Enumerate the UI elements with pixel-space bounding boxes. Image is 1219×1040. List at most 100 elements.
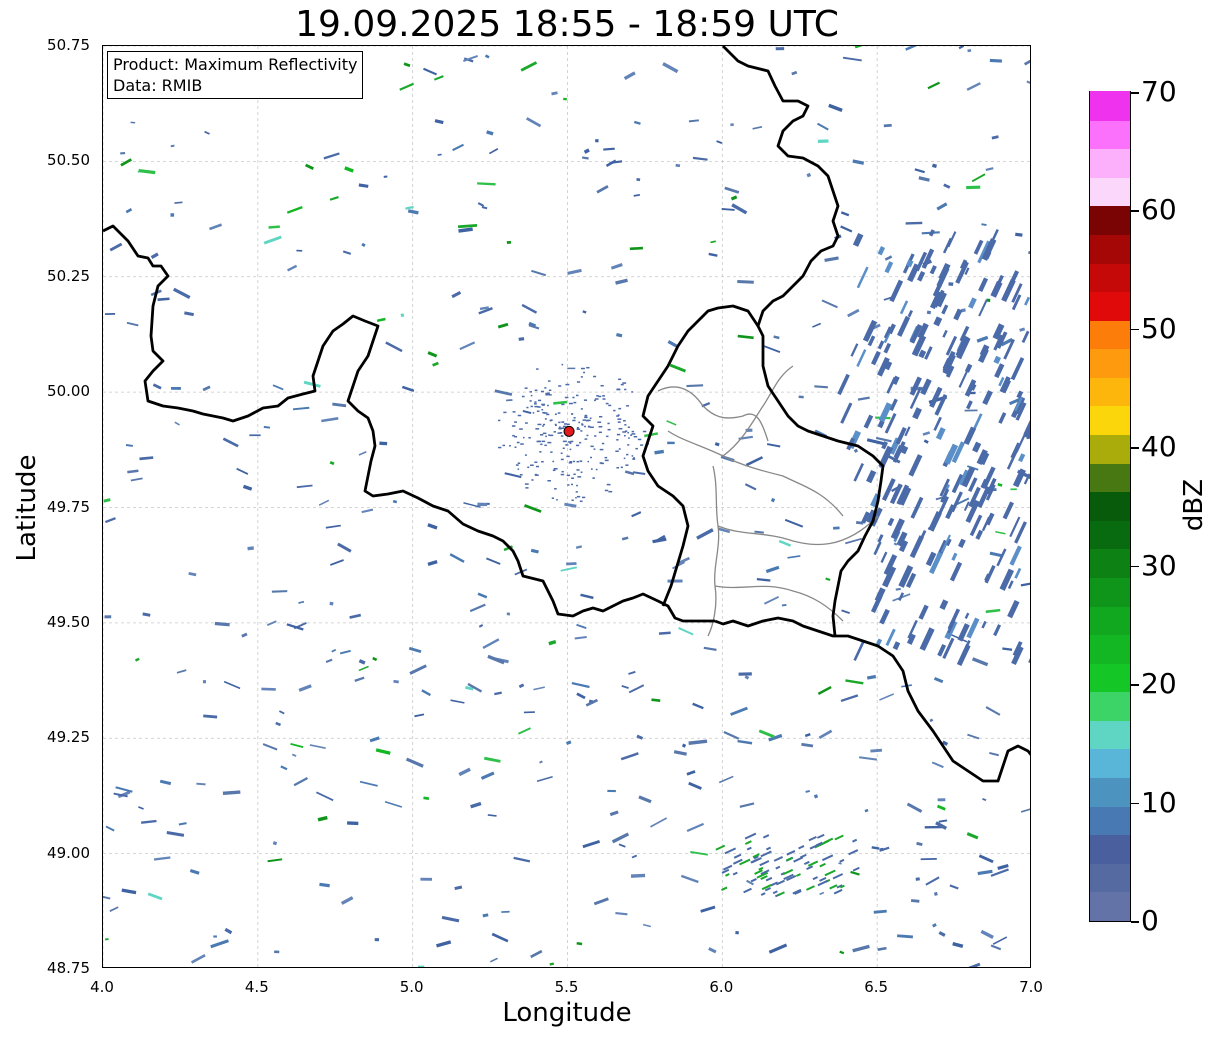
radar-echo: [482, 638, 500, 650]
radar-echo: [582, 840, 601, 849]
y-axis-label: Latitude: [12, 454, 42, 562]
radar-echo: [292, 406, 310, 411]
colorbar-segment: [1090, 262, 1130, 293]
radar-echo: [589, 417, 592, 420]
radar-echo: [536, 410, 540, 412]
radar-echo: [515, 464, 519, 466]
radar-echo: [575, 491, 578, 493]
radar-echo: [537, 423, 542, 426]
x-tick-label: 4.5: [244, 978, 269, 996]
radar-echo: [291, 753, 297, 757]
radar-echo: [622, 382, 627, 384]
radar-echo: [762, 834, 770, 839]
radar-echo: [553, 431, 557, 433]
radar-echo: [519, 474, 523, 476]
radar-echo: [383, 175, 388, 178]
radar-echo: [525, 422, 528, 424]
radar-echo: [115, 786, 133, 793]
radar-echo: [857, 396, 870, 401]
colorbar-segment: [1090, 148, 1130, 178]
radar-echo: [519, 428, 523, 430]
radar-echo: [999, 568, 1014, 591]
radar-echo: [620, 383, 624, 386]
radar-echo: [922, 431, 931, 436]
radar-echo: [949, 884, 959, 890]
radar-echo: [340, 896, 354, 905]
radar-echo: [130, 121, 136, 124]
radar-echo: [572, 419, 576, 422]
radar-echo: [721, 207, 735, 211]
radar-echo: [933, 316, 943, 327]
radar-echo: [935, 821, 948, 830]
radar-echo: [765, 846, 772, 851]
radar-echo: [958, 538, 966, 548]
radar-echo: [852, 944, 870, 953]
radar-echo: [620, 466, 623, 469]
radar-echo: [121, 888, 137, 895]
radar-echo: [624, 388, 627, 391]
radar-echo: [607, 428, 611, 431]
radar-echo: [543, 412, 545, 414]
radar-echo: [545, 435, 547, 438]
radar-echo: [991, 135, 999, 140]
radar-echo: [530, 394, 533, 397]
radar-echo: [871, 350, 881, 366]
radar-echo: [628, 437, 630, 439]
radar-echo: [814, 385, 828, 389]
radar-echo: [540, 443, 543, 446]
radar-echo: [821, 299, 838, 309]
radar-echo: [759, 860, 770, 867]
radar-echo: [756, 577, 771, 582]
radar-echo: [906, 633, 916, 645]
radar-echo: [268, 225, 280, 229]
radar-echo: [1023, 55, 1030, 66]
radar-echo: [593, 448, 596, 450]
radar-echo: [624, 424, 627, 426]
radar-echo: [621, 536, 629, 541]
radar-echo: [623, 419, 626, 422]
radar-echo: [166, 830, 185, 837]
radar-echo: [724, 186, 740, 194]
radar-echo: [616, 467, 620, 469]
colorbar-label: dBZ: [1179, 478, 1209, 532]
radar-echo: [935, 427, 946, 440]
radar-echo: [686, 822, 705, 833]
radar-echo: [584, 414, 588, 417]
radar-echo: [554, 488, 557, 490]
radar-echo: [170, 144, 175, 148]
radar-echo: [993, 624, 1002, 637]
radar-echo: [520, 443, 524, 445]
radar-echo: [224, 927, 233, 935]
radar-echo: [618, 407, 622, 410]
radar-echo: [408, 646, 422, 654]
radar-echo: [587, 460, 589, 463]
radar-echo: [878, 402, 893, 423]
radar-echo: [571, 477, 575, 479]
radar-echo: [213, 935, 217, 938]
radar-echo: [551, 497, 555, 499]
province-boundary: [667, 430, 844, 517]
radar-echo: [847, 308, 860, 318]
radar-echo: [631, 391, 634, 393]
radar-echo: [483, 756, 501, 763]
radar-echo: [927, 81, 941, 90]
radar-echo: [542, 423, 546, 426]
radar-echo: [618, 448, 621, 450]
radar-echo: [157, 297, 170, 301]
radar-echo: [866, 469, 877, 484]
colorbar-segment: [1090, 577, 1130, 607]
radar-echo: [571, 499, 574, 501]
radar-echo: [853, 641, 865, 662]
chart-title: 19.09.2025 18:55 - 18:59 UTC: [295, 4, 839, 45]
radar-echo: [278, 710, 285, 715]
radar-echo: [688, 781, 702, 790]
radar-echo: [905, 221, 923, 225]
colorbar-segment: [1090, 291, 1130, 321]
radar-echo: [803, 860, 810, 866]
radar-echo: [744, 483, 757, 491]
radar-echo: [533, 403, 537, 405]
radar-echo: [978, 348, 989, 363]
radar-echo: [1010, 357, 1025, 381]
radar-echo: [563, 97, 567, 101]
radar-echo: [628, 670, 636, 675]
